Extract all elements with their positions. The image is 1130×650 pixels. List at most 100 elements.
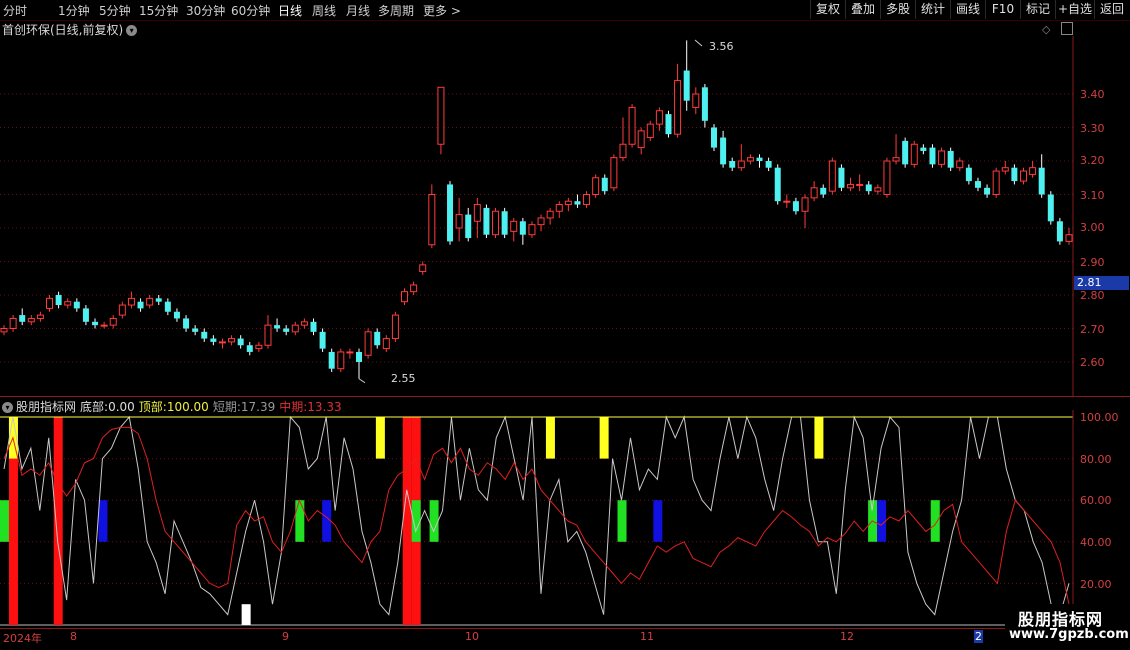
candle-body-up	[437, 86, 445, 145]
candle-body-up	[956, 160, 964, 169]
x-label-oct: 10	[465, 630, 479, 643]
candle-body-up	[473, 204, 481, 222]
candle-body-up	[27, 317, 35, 323]
candle-body-up	[100, 324, 108, 327]
period-tab-60min[interactable]: 60分钟	[231, 2, 270, 19]
candle-body-up	[646, 123, 654, 139]
candle-body-down	[73, 301, 80, 309]
candle-body-down	[501, 211, 508, 235]
back-button[interactable]: 返回	[1094, 0, 1129, 19]
ind-y-tick-80: 80.00	[1080, 453, 1112, 466]
signal-bar	[53, 417, 63, 625]
candle-body-down	[947, 150, 954, 168]
candle-body-up	[492, 210, 500, 236]
candle-body-up	[64, 301, 72, 306]
adjust-button[interactable]: 复权	[810, 0, 845, 19]
candle-body-down	[1038, 167, 1045, 195]
y-tick-2.90: 2.90	[1080, 256, 1105, 269]
candle-body-down	[483, 207, 490, 235]
mark-button[interactable]: 标记	[1020, 0, 1055, 19]
diamond-icon[interactable]: ◇	[1042, 23, 1050, 36]
candle-body-down	[173, 311, 180, 319]
x-label-cursor: 2	[974, 630, 983, 643]
y-tick-2.60: 2.60	[1080, 356, 1105, 369]
current-price-tag: 2.81	[1074, 276, 1129, 290]
ind-y-tick-20: 20.00	[1080, 578, 1112, 591]
candle-body-down	[929, 147, 936, 165]
y-tick-2.80: 2.80	[1080, 289, 1105, 302]
period-tab-1min[interactable]: 1分钟	[58, 2, 90, 19]
period-tab-more[interactable]: 更多 >	[423, 2, 461, 19]
signal-bar	[653, 500, 663, 542]
candle-body-down	[729, 161, 736, 168]
candle-body-down	[137, 301, 144, 309]
signal-bar	[877, 500, 887, 542]
candle-body-up	[264, 324, 272, 346]
candle-body-up	[783, 200, 791, 203]
draw-line-button[interactable]: 画线	[950, 0, 985, 19]
overlay-button[interactable]: 叠加	[845, 0, 880, 19]
period-tab-daily[interactable]: 日线	[278, 2, 302, 19]
candle-body-down	[192, 328, 199, 332]
candle-body-up	[537, 217, 545, 226]
watermark-url: www.7gpzb.com	[1009, 627, 1129, 642]
main-grid	[0, 93, 1073, 363]
candle-body-up	[46, 297, 54, 309]
period-tab-5min[interactable]: 5分钟	[99, 2, 131, 19]
candle-body-down	[1047, 194, 1054, 222]
candle-body-down	[838, 167, 845, 188]
candle-body-up	[856, 183, 864, 186]
signal-bar	[617, 500, 627, 542]
indicator-chart	[0, 410, 1074, 630]
period-tab-30min[interactable]: 30分钟	[186, 2, 225, 19]
high-price-label: 3.56	[709, 40, 734, 53]
candles	[0, 40, 1073, 379]
candle-body-up	[410, 284, 418, 293]
candle-body-down	[274, 325, 281, 329]
period-tab-fenshi[interactable]: 分时	[3, 2, 27, 19]
candle-body-up	[510, 220, 518, 232]
statistics-button[interactable]: 统计	[915, 0, 950, 19]
signal-bar	[98, 500, 108, 542]
candle-body-up	[401, 291, 409, 303]
candle-body-up	[610, 157, 618, 189]
add-watchlist-button[interactable]: +自选	[1055, 0, 1094, 19]
candle-body-up	[1001, 167, 1009, 172]
period-tab-multi[interactable]: 多周期	[378, 2, 414, 19]
low-price-label: 2.55	[391, 372, 416, 385]
candle-body-up	[118, 304, 126, 316]
candle-body-down	[792, 201, 799, 212]
low-marker	[358, 378, 366, 384]
candle-body-down	[155, 298, 162, 302]
indicator-grid	[0, 458, 1073, 626]
period-tab-15min[interactable]: 15分钟	[139, 2, 178, 19]
candle-body-down	[974, 181, 981, 188]
ind-y-tick-60: 60.00	[1080, 494, 1112, 507]
candle-body-up	[346, 351, 354, 354]
f10-button[interactable]: F10	[985, 0, 1020, 19]
candle-body-down	[774, 167, 781, 202]
candle-body-up	[419, 264, 427, 273]
candle-body-up	[801, 197, 809, 212]
period-tab-monthly[interactable]: 月线	[346, 2, 370, 19]
candle-body-down	[601, 177, 608, 192]
candle-body-up	[382, 338, 390, 350]
candle-body-up	[127, 297, 135, 306]
period-tab-weekly[interactable]: 周线	[312, 2, 336, 19]
candle-body-down	[319, 331, 326, 349]
x-label-nov: 11	[640, 630, 654, 643]
y-tick-3.00: 3.00	[1080, 221, 1105, 234]
candle-body-up	[546, 210, 554, 219]
candle-body-up	[391, 314, 399, 340]
high-marker	[694, 39, 703, 47]
candle-body-down	[19, 315, 26, 322]
candle-body-down	[246, 345, 253, 352]
candle-body-down	[701, 87, 708, 121]
candle-body-down	[765, 161, 772, 168]
candle-body-down	[683, 70, 690, 101]
chevron-down-icon[interactable]: ▾	[126, 25, 138, 36]
candle-body-down	[328, 351, 335, 369]
window-toggle-icon[interactable]	[1061, 22, 1073, 35]
period-toolbar: 分时 1分钟 5分钟 15分钟 30分钟 60分钟 日线 周线 月线 多周期 更…	[0, 0, 1130, 21]
multi-stock-button[interactable]: 多股	[880, 0, 915, 19]
